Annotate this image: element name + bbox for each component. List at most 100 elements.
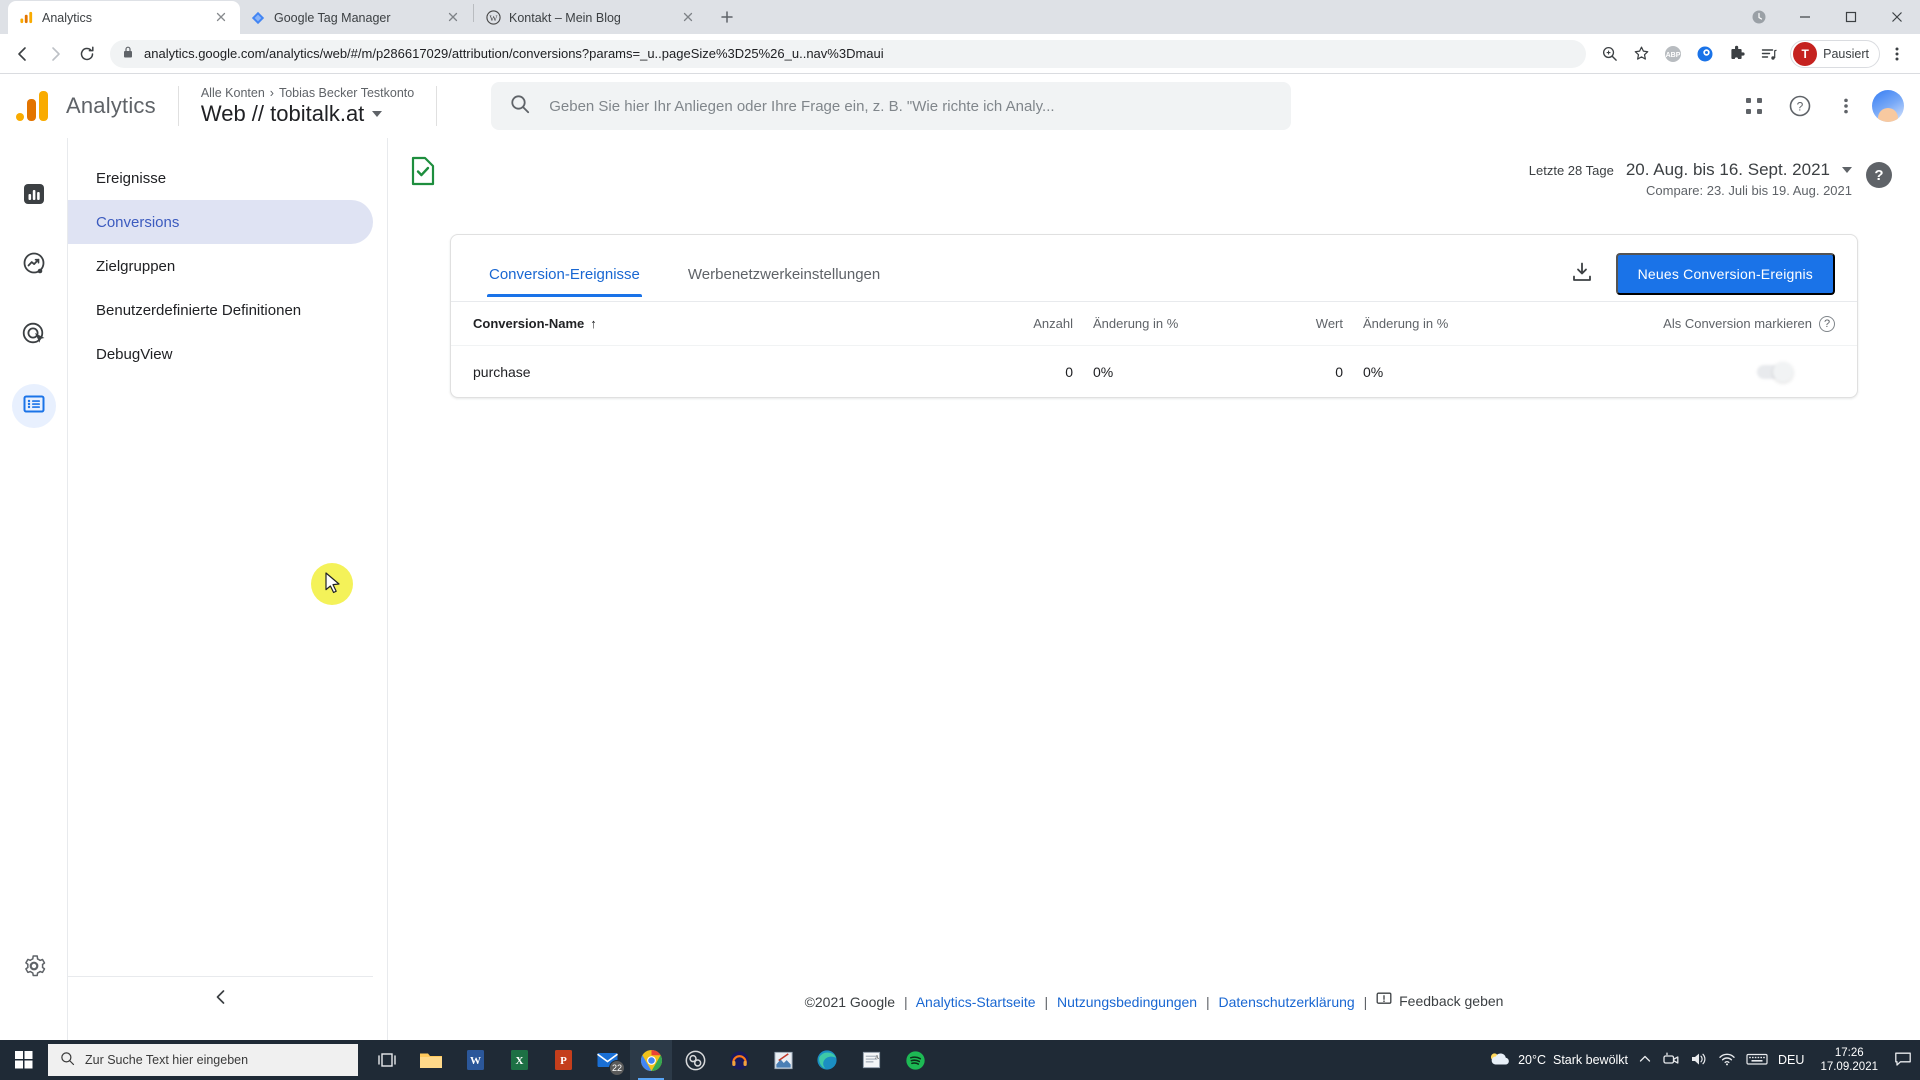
keyboard-icon[interactable] <box>1746 1052 1768 1069</box>
close-icon[interactable] <box>681 10 697 26</box>
account-avatar[interactable] <box>1872 90 1904 122</box>
start-button[interactable] <box>0 1051 48 1069</box>
svg-text:?: ? <box>1797 100 1804 114</box>
property-title-text: Web // tobitalk.at <box>200 100 365 126</box>
footer-link-analytics-startseite[interactable]: Analytics-Startseite <box>916 994 1036 1010</box>
download-icon[interactable] <box>1570 260 1594 289</box>
adblock-plus-icon[interactable]: ABP <box>1658 39 1688 69</box>
footer-link-datenschutzerklaerung[interactable]: Datenschutzerklärung <box>1219 994 1355 1010</box>
cell-conversion-name: purchase <box>473 363 531 380</box>
new-conversion-event-button[interactable]: Neues Conversion-Ereignis <box>1615 253 1835 295</box>
close-window-button[interactable] <box>1874 0 1920 33</box>
browser-tab-blog[interactable]: W Kontakt – Mein Blog <box>475 1 707 34</box>
help-icon[interactable]: ? <box>1866 162 1892 188</box>
close-icon[interactable] <box>214 10 230 26</box>
avatar: T <box>1793 41 1818 66</box>
show-hidden-icons-chevron-up-icon[interactable] <box>1638 1052 1652 1069</box>
rail-item-werbung[interactable] <box>12 314 56 358</box>
clock[interactable]: 17:26 17.09.2021 <box>1814 1046 1884 1075</box>
chevron-down-icon[interactable] <box>1842 167 1852 173</box>
tab-conversion-ereignisse[interactable]: Conversion-Ereignisse <box>487 258 642 297</box>
language-indicator[interactable]: DEU <box>1778 1053 1804 1067</box>
sidebar-item-benutzerdefinierte-definitionen[interactable]: Benutzerdefinierte Definitionen <box>68 288 373 332</box>
help-icon[interactable]: ? <box>1780 86 1820 126</box>
file-explorer-icon[interactable] <box>410 1040 452 1080</box>
cell-wert-change: 0% <box>1363 363 1384 380</box>
powerpoint-icon[interactable]: P <box>542 1040 584 1080</box>
task-view-icon[interactable] <box>366 1040 408 1080</box>
analytics-logo-icon[interactable] <box>16 91 60 121</box>
breadcrumb-account[interactable]: Tobias Becker Testkonto <box>279 86 414 100</box>
chrome-menu-icon[interactable] <box>1882 39 1912 69</box>
obs-icon[interactable] <box>674 1040 716 1080</box>
excel-icon[interactable]: X <box>498 1040 540 1080</box>
sidebar-item-label: Benutzerdefinierte Definitionen <box>96 301 302 319</box>
column-header-als-conversion-markieren: Als Conversion markieren ? <box>1493 315 1835 332</box>
browser-tab-tag-manager[interactable]: Google Tag Manager <box>240 1 472 34</box>
forward-icon[interactable] <box>40 39 70 69</box>
rail-item-explorative-datenanalyse[interactable] <box>12 244 56 288</box>
column-header-wert-change[interactable]: Änderung in % <box>1343 316 1493 331</box>
feedback-button[interactable]: Feedback geben <box>1376 991 1503 1010</box>
address-bar[interactable]: analytics.google.com/analytics/web/#/m/p… <box>110 39 1587 68</box>
help-icon[interactable]: ? <box>1819 315 1835 332</box>
bookmark-star-icon[interactable] <box>1626 39 1656 69</box>
chevron-down-icon[interactable] <box>372 110 383 117</box>
search-input[interactable]: Geben Sie hier Ihr Anliegen oder Ihre Fr… <box>491 82 1292 130</box>
puzzle-extensions-icon[interactable] <box>1722 39 1752 69</box>
close-icon[interactable] <box>446 10 462 26</box>
browser-tab-analytics[interactable]: Analytics <box>8 1 240 34</box>
taskbar-search-input[interactable]: Zur Suche Text hier eingeben <box>48 1044 358 1076</box>
browser-window: Analytics Google Tag Manager W Kontakt –… <box>0 0 1920 1040</box>
back-icon[interactable] <box>8 39 38 69</box>
breadcrumb-root[interactable]: Alle Konten <box>201 86 265 100</box>
blue-extension-icon[interactable] <box>1690 39 1720 69</box>
page-title[interactable]: Web // tobitalk.at <box>201 101 414 127</box>
target-click-icon <box>21 321 47 352</box>
rail-item-berichte[interactable] <box>12 174 56 218</box>
chrome-icon[interactable] <box>630 1040 672 1080</box>
apps-grid-icon[interactable] <box>1734 86 1774 126</box>
volume-icon[interactable] <box>1690 1051 1708 1070</box>
property-selector[interactable]: Alle Konten › Tobias Becker Testkonto We… <box>201 86 414 127</box>
minimize-button[interactable] <box>1782 0 1828 33</box>
rail-item-verwaltung[interactable] <box>12 946 56 990</box>
sidebar-item-conversions[interactable]: Conversions <box>68 200 373 244</box>
meet-camera-icon[interactable] <box>1662 1051 1680 1070</box>
notepad-icon[interactable]: A <box>850 1040 892 1080</box>
date-compare-label: Compare: 23. Juli bis 19. Aug. 2021 <box>1646 183 1852 198</box>
edge-icon[interactable] <box>806 1040 848 1080</box>
photo-editor-icon[interactable] <box>762 1040 804 1080</box>
wifi-icon[interactable] <box>1718 1051 1736 1070</box>
mark-as-conversion-toggle[interactable] <box>1757 361 1793 382</box>
rail-item-konfigurieren[interactable] <box>11 384 56 428</box>
maximize-button[interactable] <box>1828 0 1874 33</box>
notifications-icon[interactable] <box>1894 1051 1912 1070</box>
date-range-selector[interactable]: Letzte 28 Tage 20. Aug. bis 16. Sept. 20… <box>1529 160 1852 180</box>
profile-button[interactable]: T Pausiert <box>1790 39 1880 68</box>
tab-werbenetzwerkeinstellungen[interactable]: Werbenetzwerkeinstellungen <box>686 258 882 297</box>
column-header-conversion-name[interactable]: Conversion-Name ↑ <box>473 316 953 331</box>
column-header-wert[interactable]: Wert <box>1223 316 1343 331</box>
zoom-icon[interactable] <box>1594 39 1624 69</box>
reading-list-icon[interactable] <box>1754 39 1784 69</box>
word-icon[interactable]: W <box>454 1040 496 1080</box>
divider <box>436 86 438 126</box>
mail-icon[interactable]: 22 <box>586 1040 628 1080</box>
new-tab-button[interactable] <box>713 3 741 31</box>
divider <box>177 86 179 126</box>
collapse-nav-button[interactable] <box>68 976 373 1022</box>
footer-link-nutzungsbedingungen[interactable]: Nutzungsbedingungen <box>1057 994 1197 1010</box>
weather-widget[interactable]: 20°C Stark bewölkt <box>1487 1050 1628 1071</box>
sidebar-item-debugview[interactable]: DebugView <box>68 332 373 376</box>
table-row[interactable]: purchase 0 0% 0 0% <box>451 345 1857 397</box>
reload-icon[interactable] <box>72 39 102 69</box>
minimize-to-tray-icon[interactable] <box>1736 0 1782 33</box>
headphones-icon[interactable] <box>718 1040 760 1080</box>
column-header-anzahl-change[interactable]: Änderung in % <box>1073 316 1223 331</box>
sidebar-item-ereignisse[interactable]: Ereignisse <box>68 156 373 200</box>
more-options-icon[interactable] <box>1826 86 1866 126</box>
sidebar-item-zielgruppen[interactable]: Zielgruppen <box>68 244 373 288</box>
column-header-anzahl[interactable]: Anzahl <box>953 316 1073 331</box>
spotify-icon[interactable] <box>894 1040 936 1080</box>
